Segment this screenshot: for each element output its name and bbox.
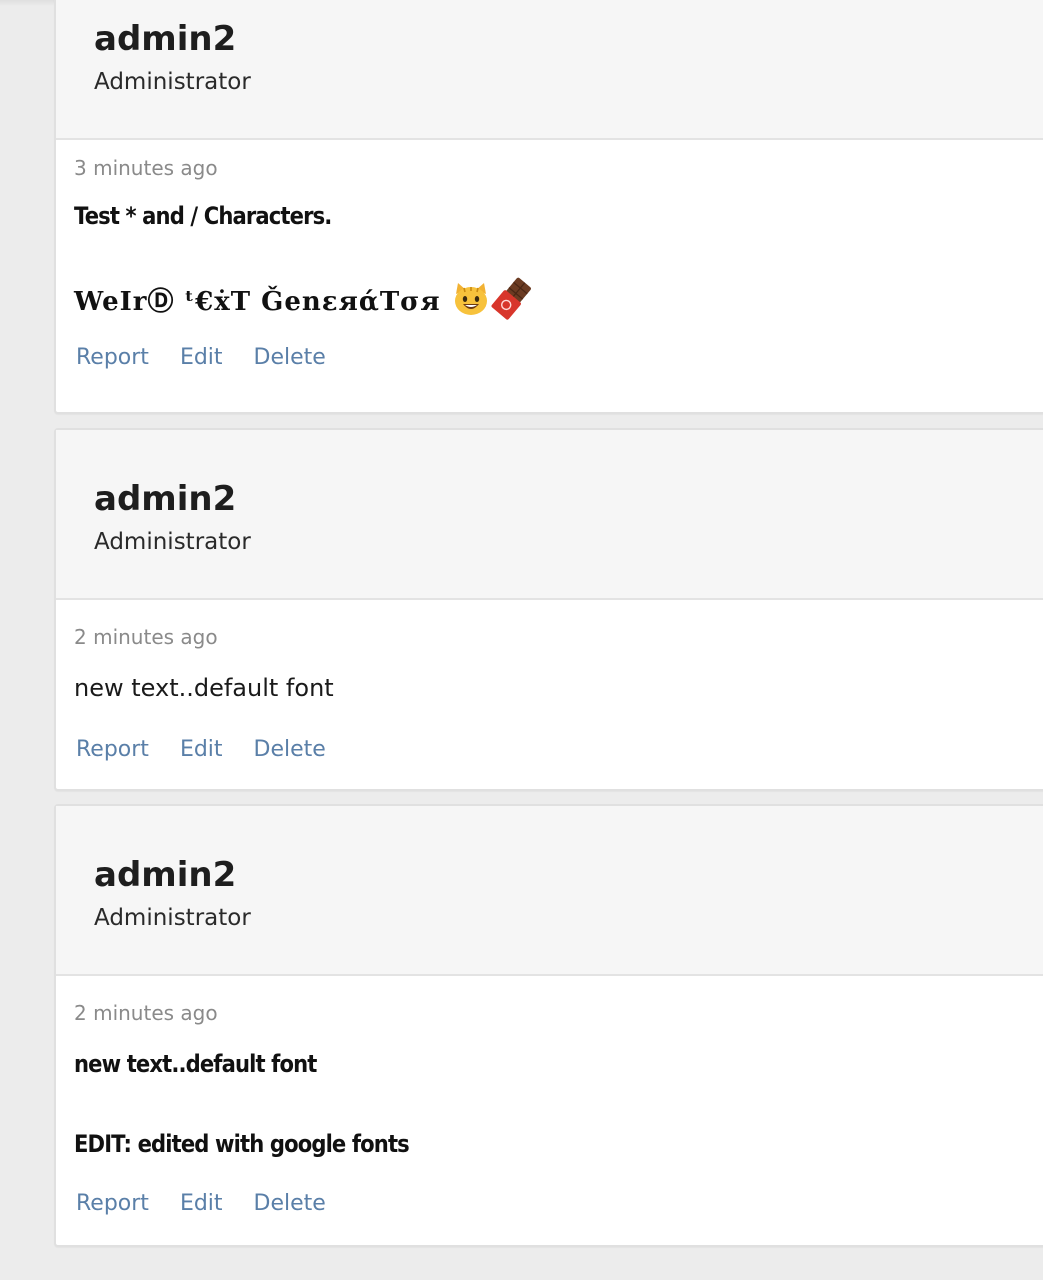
- grinning-cat-emoji-icon: [452, 282, 490, 316]
- comment-card: admin2 Administrator 2 minutes ago new t…: [54, 428, 1043, 791]
- comment-header: admin2 Administrator: [56, 806, 1043, 976]
- comment-text-line: EDIT: edited with google fonts: [74, 1130, 410, 1158]
- author-role: Administrator: [94, 905, 251, 931]
- chocolate-bar-emoji-icon: [490, 276, 534, 320]
- author-role: Administrator: [94, 69, 251, 95]
- comment-card: admin2 Administrator 2 minutes ago new t…: [54, 804, 1043, 1247]
- edit-link[interactable]: Edit: [180, 739, 223, 761]
- author-name[interactable]: admin2: [94, 22, 236, 56]
- comment-header: admin2 Administrator: [56, 430, 1043, 600]
- report-link[interactable]: Report: [76, 347, 149, 369]
- report-link[interactable]: Report: [76, 739, 149, 761]
- delete-link[interactable]: Delete: [254, 739, 326, 761]
- comment-actions: Report Edit Delete: [76, 347, 326, 369]
- edit-link[interactable]: Edit: [180, 347, 223, 369]
- delete-link[interactable]: Delete: [254, 347, 326, 369]
- timestamp: 3 minutes ago: [74, 156, 218, 180]
- comment-text-line-weird: WeIrⒹ ᵗ€ẋT ǦenεяάTσя: [74, 276, 534, 320]
- delete-link[interactable]: Delete: [254, 1193, 326, 1215]
- comment-actions: Report Edit Delete: [76, 739, 326, 761]
- comment-text-line: new text..default font: [74, 674, 334, 702]
- comment-text-line: Test * and / Characters.: [74, 202, 332, 230]
- comment-card: admin2 Administrator 3 minutes ago Test …: [54, 0, 1043, 414]
- author-name[interactable]: admin2: [94, 858, 236, 892]
- timestamp: 2 minutes ago: [74, 1001, 218, 1025]
- timestamp: 2 minutes ago: [74, 625, 218, 649]
- comment-header: admin2 Administrator: [56, 0, 1043, 140]
- comment-text-line: new text..default font: [74, 1050, 317, 1078]
- comment-thread: admin2 Administrator 3 minutes ago Test …: [0, 0, 1043, 1280]
- comment-actions: Report Edit Delete: [76, 1193, 326, 1215]
- weird-text: WeIrⒹ ᵗ€ẋT ǦenεяάTσя: [74, 287, 441, 317]
- author-role: Administrator: [94, 529, 251, 555]
- author-name[interactable]: admin2: [94, 482, 236, 516]
- edit-link[interactable]: Edit: [180, 1193, 223, 1215]
- report-link[interactable]: Report: [76, 1193, 149, 1215]
